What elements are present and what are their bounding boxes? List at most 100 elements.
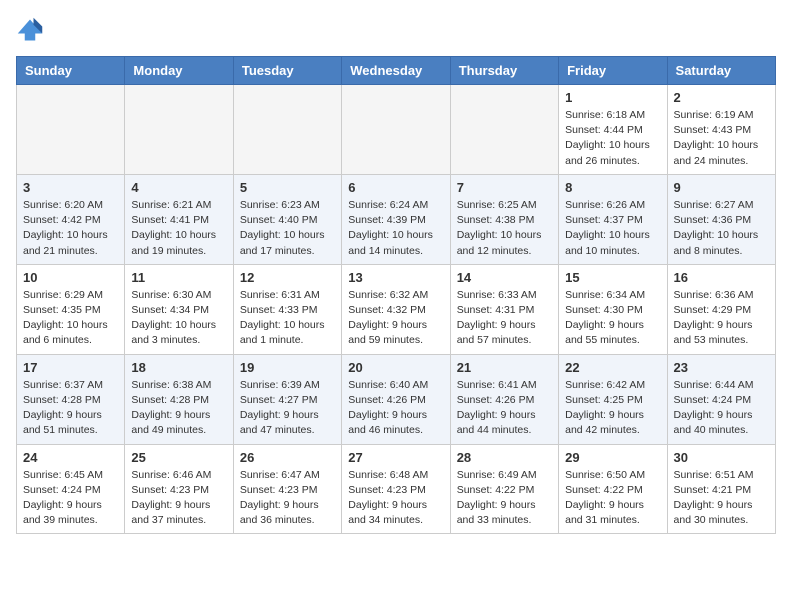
day-info: Sunrise: 6:51 AM Sunset: 4:21 PM Dayligh… — [674, 468, 769, 529]
day-info: Sunrise: 6:27 AM Sunset: 4:36 PM Dayligh… — [674, 198, 769, 259]
calendar-cell: 27 Sunrise: 6:48 AM Sunset: 4:23 PM Dayli… — [342, 444, 450, 534]
day-number: 30 — [674, 450, 769, 465]
calendar-cell — [342, 85, 450, 175]
day-number: 26 — [240, 450, 335, 465]
day-number: 15 — [565, 270, 660, 285]
day-number: 11 — [131, 270, 226, 285]
weekday-header: Monday — [125, 57, 233, 85]
day-info: Sunrise: 6:41 AM Sunset: 4:26 PM Dayligh… — [457, 378, 552, 439]
calendar-cell: 13 Sunrise: 6:32 AM Sunset: 4:32 PM Dayli… — [342, 264, 450, 354]
day-info: Sunrise: 6:50 AM Sunset: 4:22 PM Dayligh… — [565, 468, 660, 529]
day-info: Sunrise: 6:23 AM Sunset: 4:40 PM Dayligh… — [240, 198, 335, 259]
day-info: Sunrise: 6:40 AM Sunset: 4:26 PM Dayligh… — [348, 378, 443, 439]
day-info: Sunrise: 6:44 AM Sunset: 4:24 PM Dayligh… — [674, 378, 769, 439]
day-info: Sunrise: 6:47 AM Sunset: 4:23 PM Dayligh… — [240, 468, 335, 529]
calendar-cell: 8 Sunrise: 6:26 AM Sunset: 4:37 PM Daylig… — [559, 174, 667, 264]
day-info: Sunrise: 6:29 AM Sunset: 4:35 PM Dayligh… — [23, 288, 118, 349]
day-info: Sunrise: 6:18 AM Sunset: 4:44 PM Dayligh… — [565, 108, 660, 169]
calendar-cell: 24 Sunrise: 6:45 AM Sunset: 4:24 PM Dayli… — [17, 444, 125, 534]
calendar-cell: 7 Sunrise: 6:25 AM Sunset: 4:38 PM Daylig… — [450, 174, 558, 264]
day-info: Sunrise: 6:26 AM Sunset: 4:37 PM Dayligh… — [565, 198, 660, 259]
day-number: 5 — [240, 180, 335, 195]
day-number: 12 — [240, 270, 335, 285]
day-info: Sunrise: 6:46 AM Sunset: 4:23 PM Dayligh… — [131, 468, 226, 529]
day-number: 14 — [457, 270, 552, 285]
day-number: 2 — [674, 90, 769, 105]
day-info: Sunrise: 6:36 AM Sunset: 4:29 PM Dayligh… — [674, 288, 769, 349]
calendar-cell: 12Sunrise: 6:31 AM Sunset: 4:33 PM Dayli… — [233, 264, 341, 354]
calendar-cell — [125, 85, 233, 175]
calendar-cell: 19 Sunrise: 6:39 AM Sunset: 4:27 PM Dayli… — [233, 354, 341, 444]
calendar-cell: 20 Sunrise: 6:40 AM Sunset: 4:26 PM Dayli… — [342, 354, 450, 444]
calendar-cell: 15 Sunrise: 6:34 AM Sunset: 4:30 PM Dayli… — [559, 264, 667, 354]
day-number: 4 — [131, 180, 226, 195]
day-info: Sunrise: 6:49 AM Sunset: 4:22 PM Dayligh… — [457, 468, 552, 529]
day-info: Sunrise: 6:48 AM Sunset: 4:23 PM Dayligh… — [348, 468, 443, 529]
day-number: 18 — [131, 360, 226, 375]
calendar-cell — [450, 85, 558, 175]
day-number: 19 — [240, 360, 335, 375]
day-number: 6 — [348, 180, 443, 195]
calendar-cell: 28 Sunrise: 6:49 AM Sunset: 4:22 PM Dayli… — [450, 444, 558, 534]
day-info: Sunrise: 6:45 AM Sunset: 4:24 PM Dayligh… — [23, 468, 118, 529]
day-info: Sunrise: 6:34 AM Sunset: 4:30 PM Dayligh… — [565, 288, 660, 349]
day-number: 24 — [23, 450, 118, 465]
weekday-header: Tuesday — [233, 57, 341, 85]
calendar-cell: 22 Sunrise: 6:42 AM Sunset: 4:25 PM Dayli… — [559, 354, 667, 444]
logo-icon — [16, 16, 44, 44]
day-number: 10 — [23, 270, 118, 285]
day-info: Sunrise: 6:39 AM Sunset: 4:27 PM Dayligh… — [240, 378, 335, 439]
day-info: Sunrise: 6:19 AM Sunset: 4:43 PM Dayligh… — [674, 108, 769, 169]
day-number: 13 — [348, 270, 443, 285]
calendar-cell: 4 Sunrise: 6:21 AM Sunset: 4:41 PM Daylig… — [125, 174, 233, 264]
calendar-cell: 5 Sunrise: 6:23 AM Sunset: 4:40 PM Daylig… — [233, 174, 341, 264]
day-info: Sunrise: 6:21 AM Sunset: 4:41 PM Dayligh… — [131, 198, 226, 259]
day-number: 25 — [131, 450, 226, 465]
calendar-cell: 16Sunrise: 6:36 AM Sunset: 4:29 PM Dayli… — [667, 264, 775, 354]
day-number: 21 — [457, 360, 552, 375]
day-number: 22 — [565, 360, 660, 375]
day-info: Sunrise: 6:25 AM Sunset: 4:38 PM Dayligh… — [457, 198, 552, 259]
day-number: 3 — [23, 180, 118, 195]
day-number: 27 — [348, 450, 443, 465]
calendar-table: SundayMondayTuesdayWednesdayThursdayFrid… — [16, 56, 776, 534]
calendar-cell: 26 Sunrise: 6:47 AM Sunset: 4:23 PM Dayli… — [233, 444, 341, 534]
day-number: 7 — [457, 180, 552, 195]
calendar-cell — [17, 85, 125, 175]
day-info: Sunrise: 6:32 AM Sunset: 4:32 PM Dayligh… — [348, 288, 443, 349]
calendar-cell — [233, 85, 341, 175]
weekday-header: Saturday — [667, 57, 775, 85]
calendar-cell: 3 Sunrise: 6:20 AM Sunset: 4:42 PM Daylig… — [17, 174, 125, 264]
day-number: 1 — [565, 90, 660, 105]
weekday-header: Thursday — [450, 57, 558, 85]
calendar-cell: 6 Sunrise: 6:24 AM Sunset: 4:39 PM Daylig… — [342, 174, 450, 264]
day-number: 20 — [348, 360, 443, 375]
day-info: Sunrise: 6:33 AM Sunset: 4:31 PM Dayligh… — [457, 288, 552, 349]
day-info: Sunrise: 6:30 AM Sunset: 4:34 PM Dayligh… — [131, 288, 226, 349]
day-number: 29 — [565, 450, 660, 465]
day-number: 9 — [674, 180, 769, 195]
day-number: 8 — [565, 180, 660, 195]
day-info: Sunrise: 6:42 AM Sunset: 4:25 PM Dayligh… — [565, 378, 660, 439]
weekday-header: Friday — [559, 57, 667, 85]
calendar-cell: 29 Sunrise: 6:50 AM Sunset: 4:22 PM Dayli… — [559, 444, 667, 534]
weekday-header: Sunday — [17, 57, 125, 85]
calendar-cell: 30 Sunrise: 6:51 AM Sunset: 4:21 PM Dayli… — [667, 444, 775, 534]
calendar-cell: 18 Sunrise: 6:38 AM Sunset: 4:28 PM Dayli… — [125, 354, 233, 444]
calendar-cell: 25 Sunrise: 6:46 AM Sunset: 4:23 PM Dayli… — [125, 444, 233, 534]
header-area — [16, 16, 776, 44]
calendar-cell: 10 Sunrise: 6:29 AM Sunset: 4:35 PM Dayli… — [17, 264, 125, 354]
day-number: 17 — [23, 360, 118, 375]
calendar-cell: 21 Sunrise: 6:41 AM Sunset: 4:26 PM Dayli… — [450, 354, 558, 444]
calendar-cell: 14 Sunrise: 6:33 AM Sunset: 4:31 PM Dayli… — [450, 264, 558, 354]
day-info: Sunrise: 6:37 AM Sunset: 4:28 PM Dayligh… — [23, 378, 118, 439]
calendar-cell: 2 Sunrise: 6:19 AM Sunset: 4:43 PM Daylig… — [667, 85, 775, 175]
calendar-cell: 23 Sunrise: 6:44 AM Sunset: 4:24 PM Dayli… — [667, 354, 775, 444]
day-number: 28 — [457, 450, 552, 465]
day-info: Sunrise: 6:20 AM Sunset: 4:42 PM Dayligh… — [23, 198, 118, 259]
day-number: 23 — [674, 360, 769, 375]
day-info: Sunrise: 6:38 AM Sunset: 4:28 PM Dayligh… — [131, 378, 226, 439]
weekday-header: Wednesday — [342, 57, 450, 85]
day-info: Sunrise: 6:24 AM Sunset: 4:39 PM Dayligh… — [348, 198, 443, 259]
logo — [16, 16, 48, 44]
